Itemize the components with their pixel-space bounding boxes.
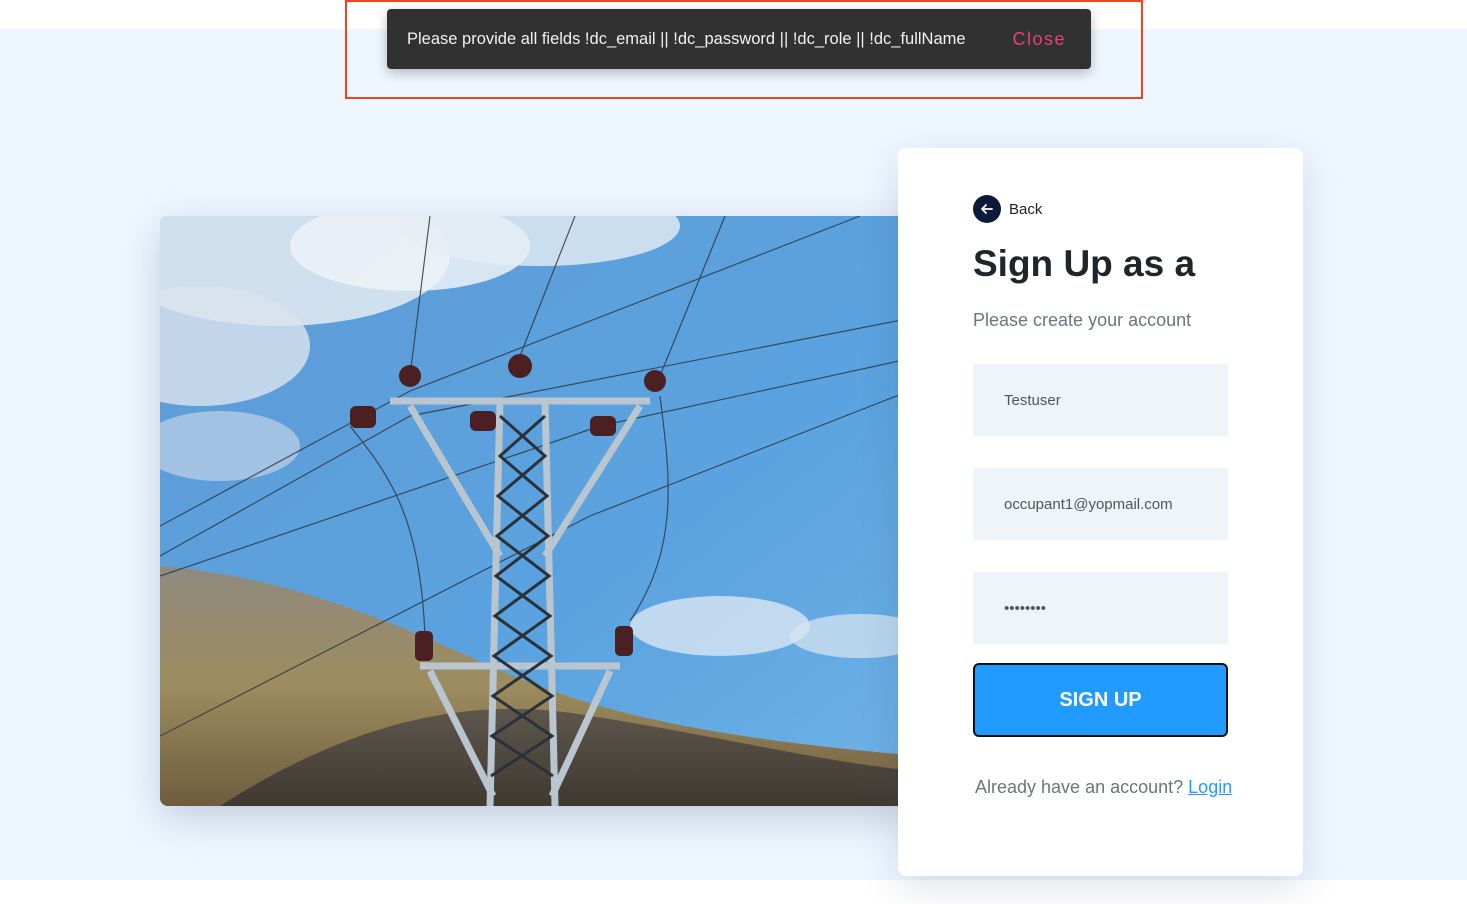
email-field[interactable] [973, 468, 1228, 540]
sign-up-button[interactable]: SIGN UP [973, 663, 1228, 737]
login-prompt-text: Already have an account? [975, 777, 1184, 797]
power-pylon-hero-image [160, 216, 922, 806]
back-button[interactable]: Back [973, 195, 1042, 223]
error-toast: Please provide all fields !dc_email || !… [387, 9, 1091, 69]
toast-close-button[interactable]: Close [1007, 29, 1071, 50]
login-link[interactable]: Login [1188, 777, 1232, 797]
arrow-left-icon [973, 195, 1001, 223]
page-title: Sign Up as a [973, 243, 1196, 284]
page-subtitle: Please create your account [973, 310, 1192, 330]
toast-message: Please provide all fields !dc_email || !… [407, 29, 966, 48]
full-name-field[interactable] [973, 364, 1228, 436]
login-prompt-row: Already have an account? Login [975, 777, 1232, 798]
password-field[interactable] [973, 572, 1228, 644]
signup-card: Back Sign Up as a Please create your acc… [898, 148, 1303, 876]
back-label: Back [1009, 200, 1043, 218]
